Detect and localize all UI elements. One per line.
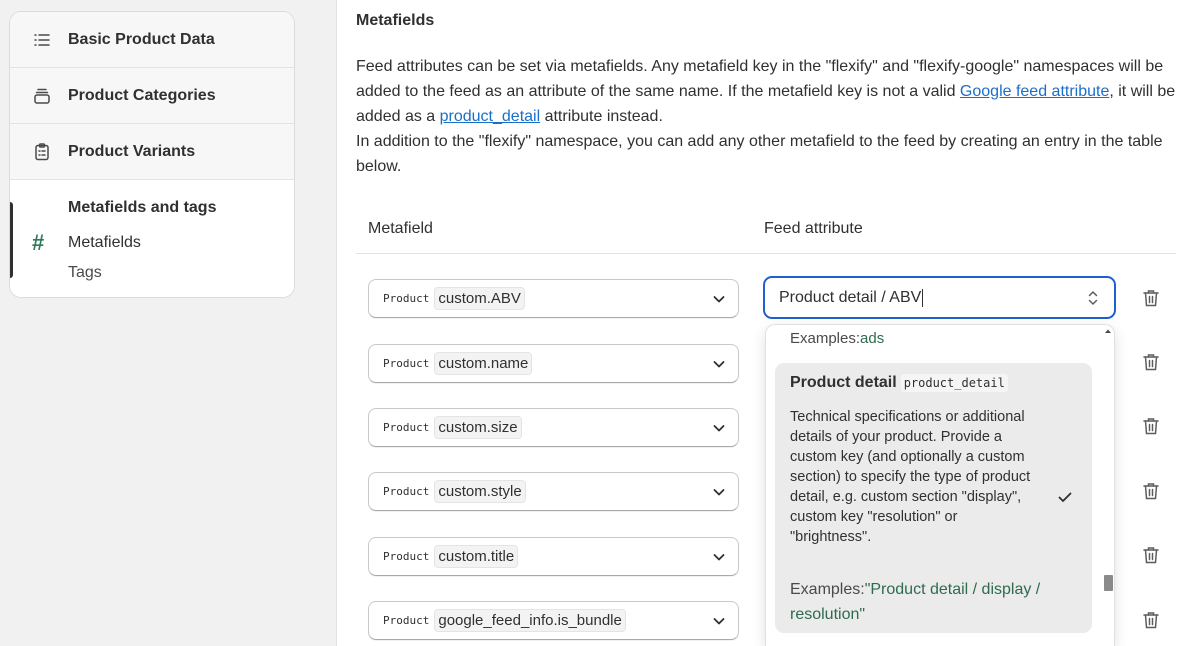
text-cursor <box>922 288 924 307</box>
sidebar-item-metafields-and-tags[interactable]: Metafields and tags # Metafields Tags <box>10 180 294 297</box>
delete-icon[interactable] <box>1141 481 1161 501</box>
metafield-owner: Product <box>383 292 430 305</box>
combobox-value: Product detail / ABV <box>779 288 922 306</box>
option-code: product_detail <box>900 374 1008 392</box>
option-examples: Examples:"Product detail / display / res… <box>790 577 1050 627</box>
delete-icon[interactable] <box>1141 416 1161 436</box>
metafield-owner: Product <box>383 614 430 627</box>
delete-icon[interactable] <box>1141 288 1161 308</box>
delete-icon[interactable] <box>1141 352 1161 372</box>
clipboard-icon <box>35 142 49 160</box>
settings-sidebar: Basic Product Data Product Categories Pr… <box>9 11 295 298</box>
product-detail-link[interactable]: product_detail <box>440 108 541 125</box>
feed-attribute-combobox[interactable]: Product detail / ABV <box>763 276 1116 319</box>
examples-label: Examples: <box>790 330 861 347</box>
hash-icon: # <box>32 230 45 255</box>
checkmark-icon <box>1058 492 1072 502</box>
delete-icon[interactable] <box>1141 545 1161 565</box>
sidebar-item-label: Product Categories <box>68 86 216 104</box>
examples-label: Examples: <box>790 581 865 598</box>
option-description: Technical specifications or additional d… <box>790 409 1031 545</box>
examples-value: ads <box>860 330 885 347</box>
section-description: Feed attributes can be set via metafield… <box>356 54 1176 179</box>
description-text: In addition to the "flexify" namespace, … <box>356 133 1163 175</box>
metafield-owner: Product <box>383 357 430 370</box>
section-title: Metafields <box>356 12 435 29</box>
metafield-owner: Product <box>383 421 430 434</box>
metafield-select[interactable]: Product custom.size <box>368 408 739 447</box>
option-title: Product detail product_detail <box>790 374 1008 392</box>
metafield-owner: Product <box>383 485 430 498</box>
metafield-key: custom.ABV <box>434 287 525 310</box>
sidebar-subitem-tags[interactable]: Tags <box>68 264 102 282</box>
active-indicator <box>10 202 13 278</box>
metafield-key: custom.size <box>434 416 522 439</box>
chevron-down-icon <box>713 361 725 368</box>
metafield-key: custom.style <box>434 480 526 503</box>
sidebar-subitem-metafields[interactable]: Metafields <box>68 234 141 252</box>
stack-icon <box>34 88 50 104</box>
main-panel: Metafields Feed attributes can be set vi… <box>336 0 1192 646</box>
column-header-metafield: Metafield <box>368 220 433 237</box>
table-header: Metafield Feed attribute <box>356 209 1176 254</box>
option-title-text: Product detail <box>790 374 897 391</box>
sidebar-item-product-variants[interactable]: Product Variants <box>10 124 294 180</box>
feed-attribute-dropdown[interactable]: Examples:ads Product detail product_detai… <box>765 324 1115 646</box>
chevron-down-icon <box>713 296 725 303</box>
chevron-down-icon <box>713 489 725 496</box>
select-updown-icon <box>1088 291 1098 305</box>
list-icon <box>34 33 50 46</box>
metafield-owner: Product <box>383 550 430 563</box>
metafield-key: custom.title <box>434 545 519 568</box>
sidebar-item-basic-product-data[interactable]: Basic Product Data <box>10 12 294 68</box>
sidebar-item-label: Product Variants <box>68 142 196 160</box>
metafield-select[interactable]: Product custom.title <box>368 537 739 576</box>
sidebar-item-product-categories[interactable]: Product Categories <box>10 68 294 124</box>
metafield-select[interactable]: Product custom.ABV <box>368 279 739 318</box>
previous-option-examples: Examples:ads <box>790 330 884 347</box>
column-header-feed-attribute: Feed attribute <box>764 220 863 237</box>
option-product-detail[interactable]: Product detail product_detail Technical s… <box>775 363 1092 633</box>
metafield-select[interactable]: Product custom.style <box>368 472 739 511</box>
chevron-down-icon <box>713 425 725 432</box>
scroll-up-arrow-icon[interactable] <box>1103 327 1113 335</box>
delete-icon[interactable] <box>1141 610 1161 630</box>
scrollbar-thumb[interactable] <box>1104 575 1113 591</box>
sidebar-item-label: Metafields and tags <box>68 199 217 216</box>
metafield-key: google_feed_info.is_bundle <box>434 609 626 632</box>
sidebar-item-label: Basic Product Data <box>68 30 215 48</box>
metafield-select[interactable]: Product custom.name <box>368 344 739 383</box>
description-text: attribute instead. <box>540 108 663 125</box>
metafield-key: custom.name <box>434 352 533 375</box>
metafield-select[interactable]: Product google_feed_info.is_bundle <box>368 601 739 640</box>
chevron-down-icon <box>713 554 725 561</box>
google-feed-attribute-link[interactable]: Google feed attribute <box>960 83 1109 100</box>
chevron-down-icon <box>713 618 725 625</box>
